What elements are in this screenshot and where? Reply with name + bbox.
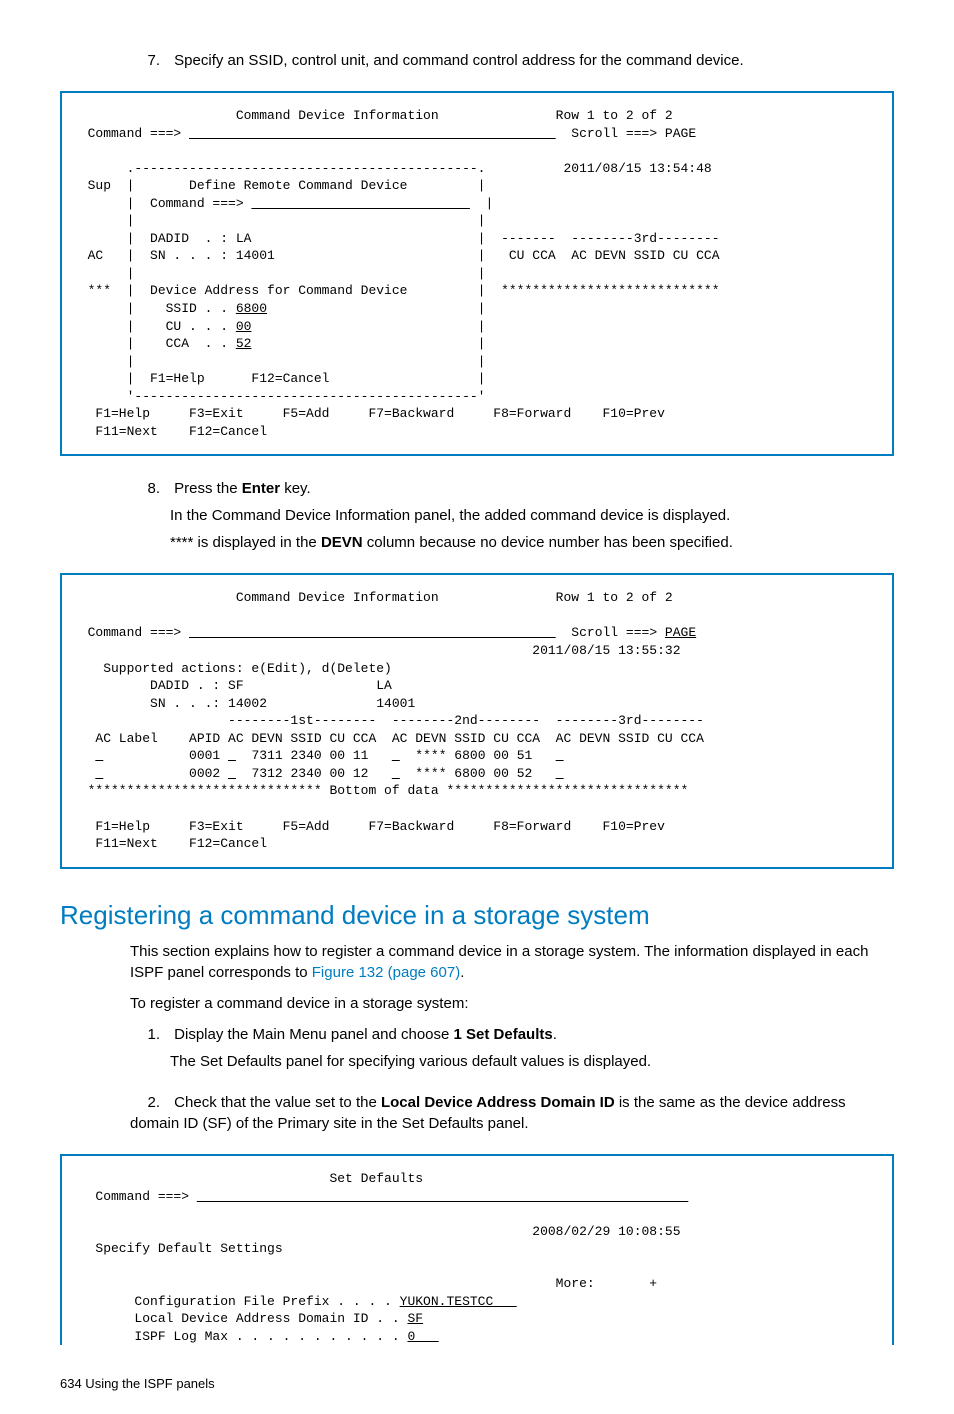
step-7: 7. Specify an SSID, control unit, and co… (130, 50, 894, 71)
terminal-panel-3: Set Defaults Command ===> 2008/02/29 10:… (60, 1154, 894, 1345)
register-step-1: 1. Display the Main Menu panel and choos… (130, 1024, 894, 1072)
register-step-2-text: Check that the value set to the Local De… (130, 1094, 846, 1132)
step-8-body-1: In the Command Device Information panel,… (170, 505, 894, 526)
terminal-panel-2: Command Device Information Row 1 to 2 of… (60, 573, 894, 868)
figure-link[interactable]: Figure 132 (page 607) (312, 964, 460, 981)
step-7-num: 7. (130, 50, 160, 71)
step-8: 8. Press the Enter key. In the Command D… (130, 478, 894, 553)
section-lead: To register a command device in a storag… (130, 993, 894, 1014)
section-heading: Registering a command device in a storag… (60, 897, 894, 933)
register-step-2: 2. Check that the value set to the Local… (130, 1092, 894, 1134)
step-7-text: Specify an SSID, control unit, and comma… (174, 52, 743, 69)
terminal-panel-1: Command Device Information Row 1 to 2 of… (60, 91, 894, 456)
step-8-text: Press the Enter key. (174, 480, 310, 497)
register-step-1-text: Display the Main Menu panel and choose 1… (174, 1026, 557, 1043)
register-step-1-num: 1. (130, 1024, 160, 1045)
section-intro: This section explains how to register a … (130, 941, 894, 983)
step-8-num: 8. (130, 478, 160, 499)
register-step-2-num: 2. (130, 1092, 160, 1113)
register-step-1-body: The Set Defaults panel for specifying va… (170, 1051, 894, 1072)
step-8-body-2: **** is displayed in the DEVN column bec… (170, 532, 894, 553)
page-footer: 634 Using the ISPF panels (60, 1375, 894, 1393)
